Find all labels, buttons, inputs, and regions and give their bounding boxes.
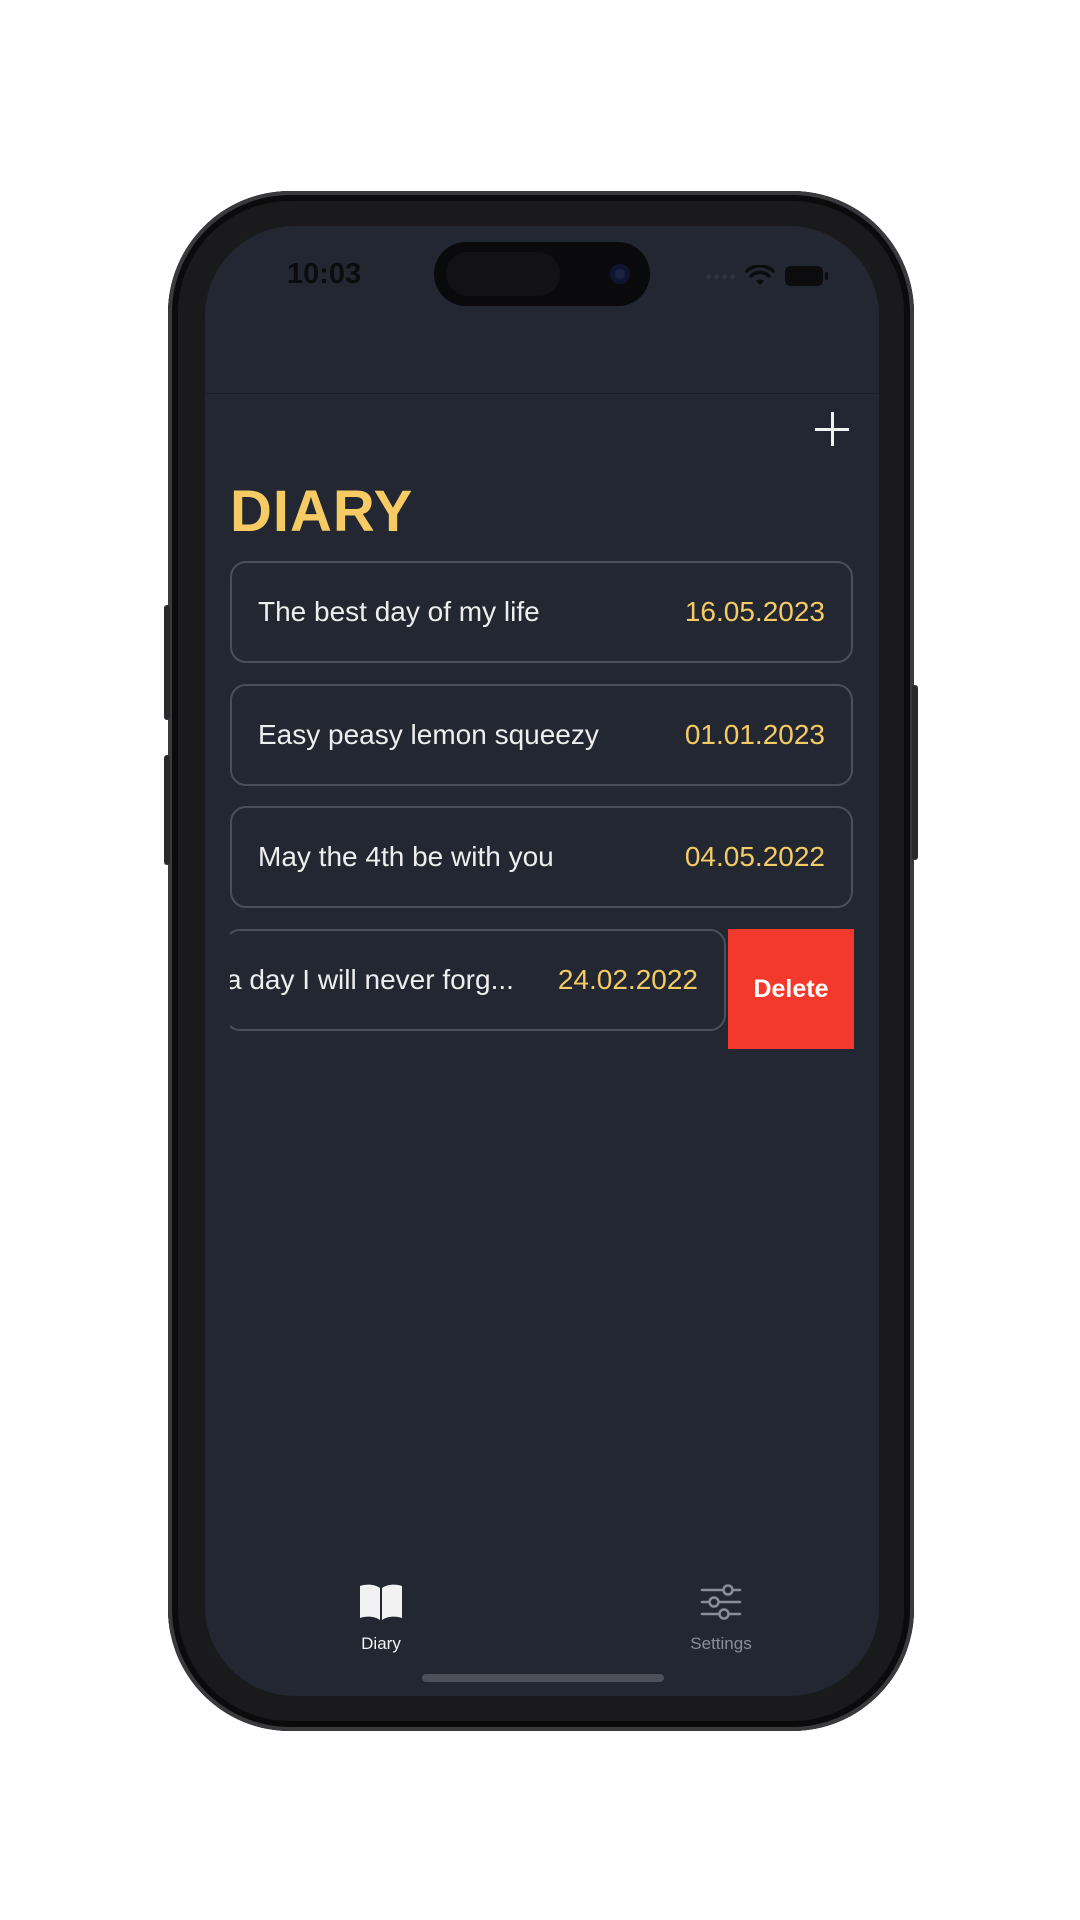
battery-icon xyxy=(785,266,828,286)
diary-entry[interactable]: May the 4th be with you 04.05.2022 xyxy=(230,806,853,908)
header-divider xyxy=(205,393,879,394)
power-button xyxy=(912,685,918,860)
action-button xyxy=(164,605,170,720)
entry-title: The best day of my life xyxy=(258,596,540,627)
tab-label: Diary xyxy=(361,1634,401,1653)
tab-settings[interactable]: Settings xyxy=(641,1566,801,1656)
tab-diary[interactable]: Diary xyxy=(301,1566,461,1656)
sliders-icon xyxy=(700,1584,742,1620)
cellular-signal-icon xyxy=(706,273,735,279)
volume-button xyxy=(164,755,170,865)
status-time: 10:03 xyxy=(287,258,362,290)
wifi-icon xyxy=(745,265,775,285)
entry-title: a day I will never forg... xyxy=(230,964,514,995)
entry-date: 24.02.2022 xyxy=(557,964,698,995)
diary-entry[interactable]: Easy peasy lemon squeezy 01.01.2023 xyxy=(230,684,853,786)
status-indicators xyxy=(706,264,828,288)
delete-button[interactable]: Delete xyxy=(728,929,854,1049)
app-screen: 10:03 DIARY The best day of my life 16.0… xyxy=(205,226,879,1696)
entry-date: 04.05.2022 xyxy=(684,841,825,872)
book-icon xyxy=(360,1584,402,1620)
status-bar: 10:03 xyxy=(205,226,879,326)
diary-entry[interactable]: a day I will never forg... 24.02.2022 xyxy=(230,929,726,1031)
dynamic-island xyxy=(434,242,650,306)
diary-entry[interactable]: The best day of my life 16.05.2023 xyxy=(230,561,853,663)
entry-title: Easy peasy lemon squeezy xyxy=(258,719,599,750)
canvas: 10:03 DIARY The best day of my life 16.0… xyxy=(0,0,1080,1920)
camera-icon xyxy=(610,264,630,284)
entry-title: May the 4th be with you xyxy=(258,841,554,872)
swiped-entry-container: a day I will never forg... 24.02.2022 xyxy=(230,929,728,1031)
page-title: DIARY xyxy=(230,479,414,544)
add-entry-button[interactable] xyxy=(815,412,849,446)
entry-date: 16.05.2023 xyxy=(684,596,825,627)
tab-label: Settings xyxy=(690,1634,752,1653)
home-indicator[interactable] xyxy=(422,1674,664,1682)
entry-date: 01.01.2023 xyxy=(684,719,825,750)
